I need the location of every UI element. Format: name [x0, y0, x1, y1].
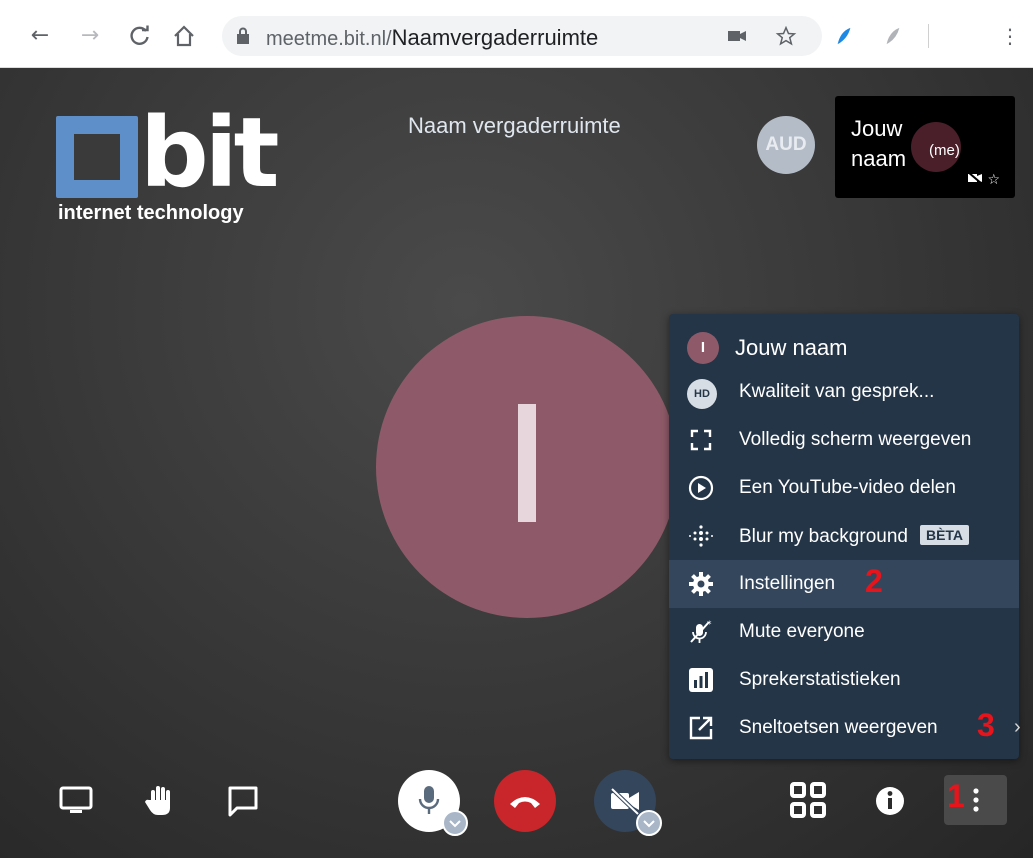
- camera-off-icon: [610, 787, 640, 815]
- url-host: meetme.bit.nl/: [266, 28, 392, 50]
- home-icon[interactable]: [170, 22, 198, 50]
- menu-label: Sprekerstatistieken: [739, 669, 901, 690]
- menu-item-settings[interactable]: Instellingen 2: [669, 560, 1019, 608]
- feather-extension-grey-icon[interactable]: [883, 26, 903, 46]
- menu-label: Volledig scherm weergeven: [739, 429, 972, 450]
- shortcut-icon: [687, 714, 715, 742]
- feather-extension-icon[interactable]: [834, 26, 854, 46]
- step-marker-2: 2: [865, 563, 883, 599]
- logo-square: [56, 116, 138, 198]
- camera-button[interactable]: [594, 770, 662, 836]
- menu-item-youtube[interactable]: Een YouTube-video delen: [669, 464, 1019, 512]
- forward-arrow-icon[interactable]: →: [76, 22, 104, 50]
- toolbar-divider: [928, 24, 929, 48]
- profile-avatar: I: [687, 332, 719, 364]
- lock-icon: [237, 27, 249, 44]
- mic-mute-icon: *: [687, 618, 715, 646]
- blur-label-text: Blur my background: [739, 526, 908, 547]
- menu-label: Kwaliteit van gesprek...: [739, 381, 935, 402]
- play-icon: [687, 474, 715, 502]
- avatar-initial-glyph: [518, 404, 536, 522]
- raise-hand-icon[interactable]: [142, 782, 178, 818]
- menu-item-shortcuts[interactable]: Sneltoetsen weergeven 3: [669, 704, 1019, 752]
- chat-icon[interactable]: [225, 784, 261, 818]
- browser-menu-icon[interactable]: ⋮: [996, 22, 1024, 50]
- browser-toolbar: ← → meetme.bit.nl/Naamvergaderruimte ⋮: [0, 0, 1033, 68]
- menu-profile[interactable]: I Jouw naam: [669, 322, 1019, 370]
- step-marker-3: 3: [977, 707, 995, 743]
- chevron-right-icon: ›: [1014, 716, 1021, 738]
- aud-participant-avatar[interactable]: AUD: [757, 116, 815, 174]
- star-small-icon[interactable]: ☆: [987, 172, 1000, 188]
- hangup-phone-icon: [510, 797, 540, 808]
- reload-icon[interactable]: [126, 22, 154, 50]
- info-icon[interactable]: [873, 784, 907, 818]
- back-arrow-icon[interactable]: ←: [26, 22, 54, 50]
- meeting-stage: bit internet technology Naam vergaderrui…: [0, 68, 1033, 858]
- camera-off-small-icon: [967, 171, 983, 185]
- menu-label: Een YouTube-video delen: [739, 477, 956, 498]
- local-video-thumbnail[interactable]: Jouw naam (me) ☆: [835, 96, 1015, 198]
- stats-icon: [687, 666, 715, 694]
- profile-name: Jouw naam: [735, 335, 848, 360]
- url-text: meetme.bit.nl/Naamvergaderruimte: [266, 25, 598, 51]
- camera-options-badge[interactable]: [636, 810, 662, 836]
- menu-label: Blur my background BÈTA: [739, 525, 970, 548]
- thumbnail-status-icons: ☆: [967, 171, 1000, 188]
- room-title: Naam vergaderruimte: [408, 113, 621, 138]
- thumbnail-me-label: (me): [929, 142, 960, 159]
- tile-view-icon[interactable]: [788, 780, 828, 820]
- thumbnail-name: Jouw naam: [851, 116, 907, 171]
- gear-icon: [687, 570, 715, 598]
- mic-options-badge[interactable]: [442, 810, 468, 836]
- menu-label: Instellingen: [739, 573, 836, 594]
- microphone-button[interactable]: [398, 770, 468, 836]
- screen-share-icon[interactable]: [58, 785, 94, 815]
- menu-item-fullscreen[interactable]: Volledig scherm weergeven: [669, 416, 1019, 464]
- bit-logo: bit internet technology: [56, 98, 286, 231]
- logo-tagline: internet technology: [58, 202, 244, 224]
- menu-item-blur[interactable]: Blur my background BÈTA: [669, 512, 1019, 560]
- menu-item-speaker-stats[interactable]: Sprekerstatistieken: [669, 656, 1019, 704]
- url-path: Naamvergaderruimte: [391, 25, 599, 50]
- chevron-down-icon: [449, 820, 461, 828]
- vertical-dots-icon: [973, 788, 979, 812]
- menu-item-quality[interactable]: HD Kwaliteit van gesprek...: [669, 368, 1019, 416]
- svg-text:*: *: [707, 620, 712, 630]
- hangup-button[interactable]: [494, 770, 556, 832]
- beta-badge: BÈTA: [919, 525, 970, 545]
- bookmark-star-icon[interactable]: [775, 26, 797, 46]
- fullscreen-icon: [687, 426, 715, 454]
- chevron-down-icon: [643, 820, 655, 828]
- main-participant-avatar: [376, 316, 678, 618]
- step-marker-1: 1: [947, 778, 965, 814]
- menu-item-mute-everyone[interactable]: * Mute everyone: [669, 608, 1019, 656]
- more-actions-menu: I Jouw naam HD Kwaliteit van gesprek... …: [669, 314, 1019, 759]
- menu-label: Sneltoetsen weergeven: [739, 717, 938, 738]
- camera-blocked-icon[interactable]: [726, 26, 748, 46]
- logo-wordmark: bit: [140, 97, 280, 209]
- microphone-icon: [418, 786, 440, 814]
- blur-icon: [687, 522, 715, 550]
- hd-icon: HD: [687, 379, 717, 409]
- menu-label: Mute everyone: [739, 621, 865, 642]
